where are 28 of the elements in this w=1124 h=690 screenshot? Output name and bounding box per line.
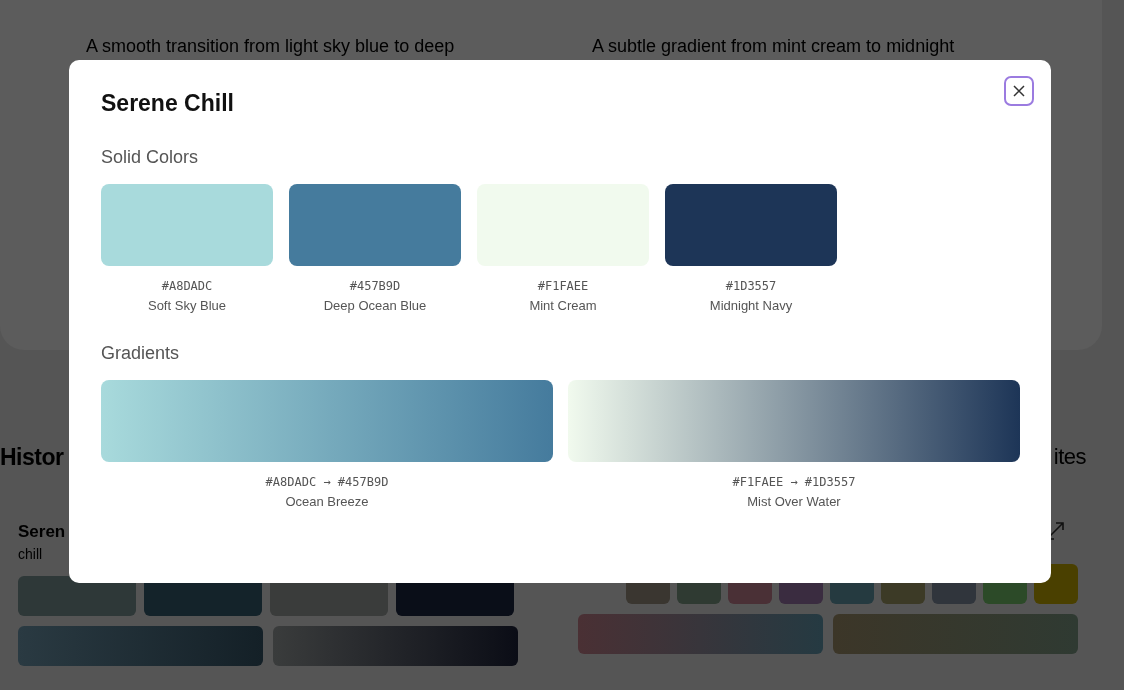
gradient-swatch[interactable] [101,380,553,462]
section-heading: Gradients [101,343,181,364]
gradient-hex-codes: #F1FAEE → #1D3557 [732,475,856,489]
close-icon [1012,84,1026,98]
palette-description: A subtle gradient from mint cream to midnight [592,36,956,57]
section-heading: ites [1053,444,1086,471]
hex-code: #1D3557 [725,279,777,293]
hex-code: #457B9D [349,279,401,293]
color-name: Deep Ocean Blue [323,298,427,313]
gradient-name: Ocean Breeze [285,494,369,509]
close-button[interactable] [1004,76,1034,106]
color-name: Mint Cream [529,298,597,313]
hex-code: #F1FAEE [537,279,589,293]
modal-title: Serene Chill [101,90,234,117]
section-heading: Histor [0,444,64,472]
color-swatch[interactable] [101,184,273,266]
section-heading: Solid Colors [101,147,200,168]
palette-tag: chill [18,546,43,562]
palette-description: A smooth transition from light sky blue to deep [86,36,456,57]
color-name: Midnight Navy [709,298,793,313]
color-name: Soft Sky Blue [147,298,226,313]
gradient-hex-codes: #A8DADC → #457B9D [265,475,389,489]
palette-title: Seren [18,522,67,542]
color-swatch[interactable] [665,184,837,266]
gradient-swatch[interactable] [568,380,1020,462]
gradient-name: Mist Over Water [747,494,841,509]
color-swatch[interactable] [289,184,461,266]
hex-code: #A8DADC [161,279,213,293]
